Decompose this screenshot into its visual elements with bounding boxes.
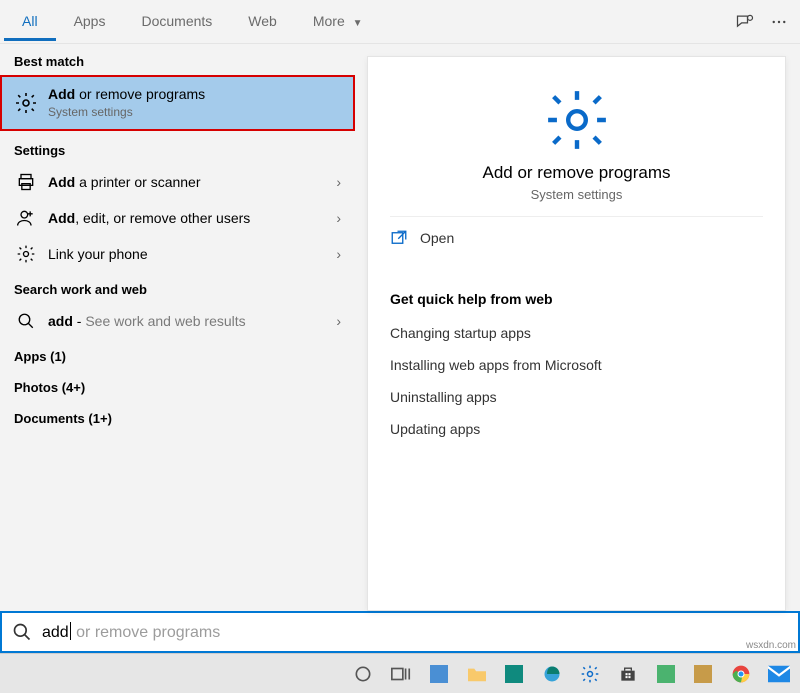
tab-documents[interactable]: Documents	[123, 3, 230, 41]
help-link[interactable]: Changing startup apps	[390, 317, 763, 349]
chevron-right-icon: ›	[336, 313, 341, 329]
printer-icon	[14, 170, 38, 194]
group-documents[interactable]: Documents (1+)	[0, 401, 355, 432]
search-icon	[12, 622, 32, 642]
taskbar-app[interactable]	[420, 657, 458, 691]
tab-apps[interactable]: Apps	[56, 3, 124, 41]
user-icon	[14, 206, 38, 230]
taskbar-edge[interactable]	[533, 657, 571, 691]
open-label: Open	[420, 230, 454, 246]
results-area: Best match Add or remove programs System…	[0, 44, 800, 611]
quick-help-header: Get quick help from web	[390, 279, 763, 317]
taskbar-cortana[interactable]	[344, 657, 382, 691]
taskbar-settings[interactable]	[571, 657, 609, 691]
preview-pane: Add or remove programs System settings O…	[367, 56, 786, 611]
preview-title: Add or remove programs	[482, 163, 670, 183]
taskbar-fileexplorer[interactable]	[458, 657, 496, 691]
chevron-down-icon: ▼	[353, 18, 363, 29]
result-text: add - See work and web results	[48, 312, 336, 330]
chevron-right-icon: ›	[336, 210, 341, 226]
results-left-pane: Best match Add or remove programs System…	[0, 44, 355, 611]
tab-more-label: More	[313, 13, 345, 29]
result-add-printer[interactable]: Add a printer or scanner ›	[0, 164, 355, 200]
result-text: Link your phone	[48, 245, 336, 263]
taskbar-app[interactable]	[495, 657, 533, 691]
more-options-icon[interactable]	[762, 5, 796, 39]
best-match-result[interactable]: Add or remove programs System settings	[0, 75, 355, 131]
search-web-header: Search work and web	[0, 272, 355, 303]
settings-header: Settings	[0, 133, 355, 164]
result-text: Add, edit, or remove other users	[48, 209, 336, 227]
search-icon	[14, 309, 38, 333]
taskbar-mail[interactable]	[760, 657, 798, 691]
search-input[interactable]: add or remove programs	[0, 611, 800, 653]
taskbar	[0, 653, 800, 693]
tab-more[interactable]: More ▼	[295, 3, 381, 41]
best-match-header: Best match	[0, 44, 355, 75]
group-apps[interactable]: Apps (1)	[0, 339, 355, 370]
result-link-phone[interactable]: Link your phone ›	[0, 236, 355, 272]
preview-hero: Add or remove programs System settings	[390, 71, 763, 217]
open-button[interactable]: Open	[390, 217, 763, 259]
gear-icon	[544, 87, 610, 153]
taskbar-app[interactable]	[647, 657, 685, 691]
group-photos[interactable]: Photos (4+)	[0, 370, 355, 401]
help-link[interactable]: Installing web apps from Microsoft	[390, 349, 763, 381]
gear-icon	[14, 242, 38, 266]
tab-web[interactable]: Web	[230, 3, 295, 41]
taskbar-app[interactable]	[684, 657, 722, 691]
tab-all[interactable]: All	[4, 3, 56, 41]
result-text: Add a printer or scanner	[48, 173, 336, 191]
filter-tabs: All Apps Documents Web More ▼	[0, 0, 800, 44]
taskbar-taskview[interactable]	[382, 657, 420, 691]
search-text: add or remove programs	[42, 622, 220, 642]
result-web-search[interactable]: add - See work and web results ›	[0, 303, 355, 339]
feedback-icon[interactable]	[728, 5, 762, 39]
taskbar-store[interactable]	[609, 657, 647, 691]
preview-subtitle: System settings	[531, 187, 623, 202]
watermark: wsxdn.com	[746, 640, 796, 651]
open-icon	[390, 229, 408, 247]
help-link[interactable]: Uninstalling apps	[390, 381, 763, 413]
gear-icon	[14, 91, 38, 115]
best-match-text: Add or remove programs System settings	[48, 85, 343, 121]
taskbar-chrome[interactable]	[722, 657, 760, 691]
result-add-users[interactable]: Add, edit, or remove other users ›	[0, 200, 355, 236]
chevron-right-icon: ›	[336, 174, 341, 190]
chevron-right-icon: ›	[336, 246, 341, 262]
help-link[interactable]: Updating apps	[390, 413, 763, 445]
